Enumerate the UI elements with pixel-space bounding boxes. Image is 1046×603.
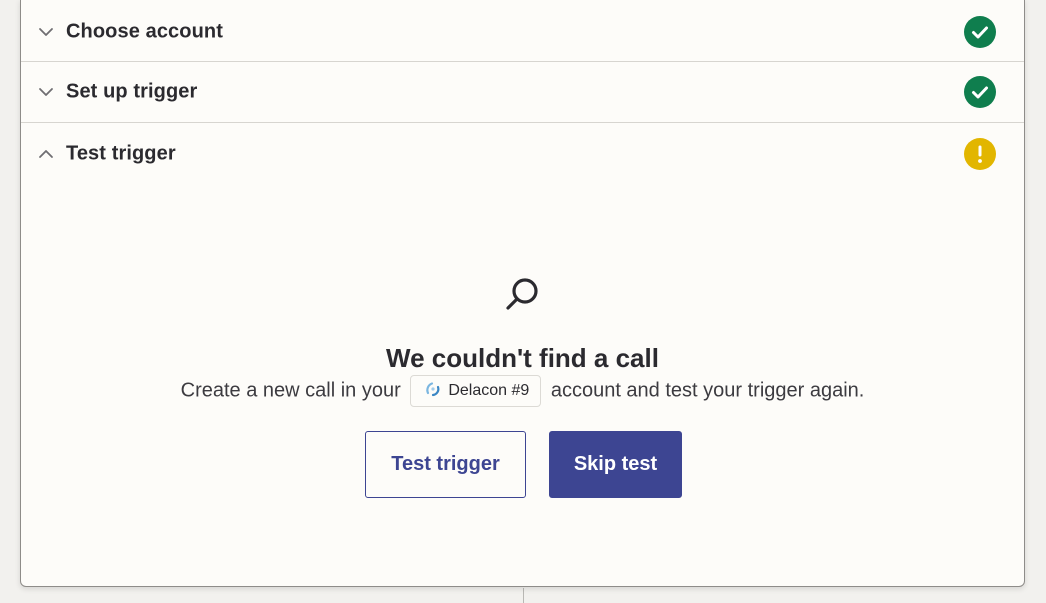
step-choose-account[interactable]: Choose account [21,2,1024,62]
search-icon [506,278,538,310]
empty-state-description: Create a new call in your Delacon #9 acc… [21,375,1024,407]
chevron-down-icon [39,88,53,96]
trigger-setup-panel: Choose account Set up trigger Test trigg… [20,0,1025,587]
step-set-up-trigger[interactable]: Set up trigger [21,62,1024,123]
chevron-up-icon [39,150,53,158]
step-test-trigger[interactable]: Test trigger [21,123,1024,185]
empty-state-title: We couldn't find a call [386,343,659,373]
skip-test-button[interactable]: Skip test [549,431,682,498]
step-label: Test trigger [66,142,176,165]
step-label: Set up trigger [66,80,198,103]
description-text-before: Create a new call in your [180,379,401,402]
warning-circle-icon [964,138,996,170]
description-text-after: account and test your trigger again. [550,379,865,402]
empty-state: We couldn't find a call Create a new cal… [21,185,1024,585]
check-circle-icon [964,76,996,108]
account-chip: Delacon #9 [410,375,542,407]
delacon-logo-icon [426,382,440,397]
check-circle-icon [964,15,996,48]
chevron-down-icon [39,27,53,36]
background-divider [523,588,524,603]
account-chip-label: Delacon #9 [448,382,530,399]
test-trigger-button[interactable]: Test trigger [365,431,526,498]
step-label: Choose account [66,20,223,42]
